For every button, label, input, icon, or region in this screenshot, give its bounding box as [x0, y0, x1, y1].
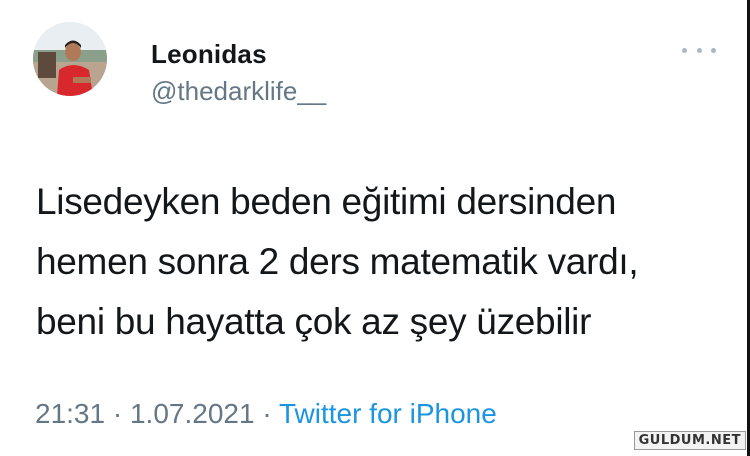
- tweet-meta: 21:31 · 1.07.2021 · Twitter for iPhone: [35, 398, 497, 430]
- tweet-time[interactable]: 21:31: [35, 398, 105, 429]
- tweet-card: Leonidas @thedarklife__ Lisedeyken beden…: [0, 0, 750, 456]
- user-handle[interactable]: @thedarklife__: [151, 76, 326, 107]
- dot: [682, 47, 687, 53]
- dot: [696, 47, 702, 53]
- avatar-image: [33, 22, 107, 96]
- watermark-logo: GULDUM.NET: [633, 431, 746, 450]
- tweet-text: Lisedeyken beden eğitimi dersinden hemen…: [36, 172, 726, 352]
- tweet-date[interactable]: 1.07.2021: [130, 398, 255, 429]
- dot: [711, 47, 716, 53]
- user-name[interactable]: Leonidas: [151, 39, 267, 70]
- tweet-source-link[interactable]: Twitter for iPhone: [279, 398, 497, 429]
- meta-separator: ·: [262, 398, 272, 429]
- meta-separator: ·: [112, 398, 123, 429]
- avatar[interactable]: [33, 22, 107, 96]
- tweet-line: beni bu hayatta çok az şey üzebilir: [36, 301, 592, 342]
- more-dots-icon[interactable]: [682, 40, 716, 60]
- tweet-line: Lisedeyken beden eğitimi dersinden: [36, 181, 617, 222]
- tweet-line: hemen sonra 2 ders matematik vardı,: [36, 241, 639, 282]
